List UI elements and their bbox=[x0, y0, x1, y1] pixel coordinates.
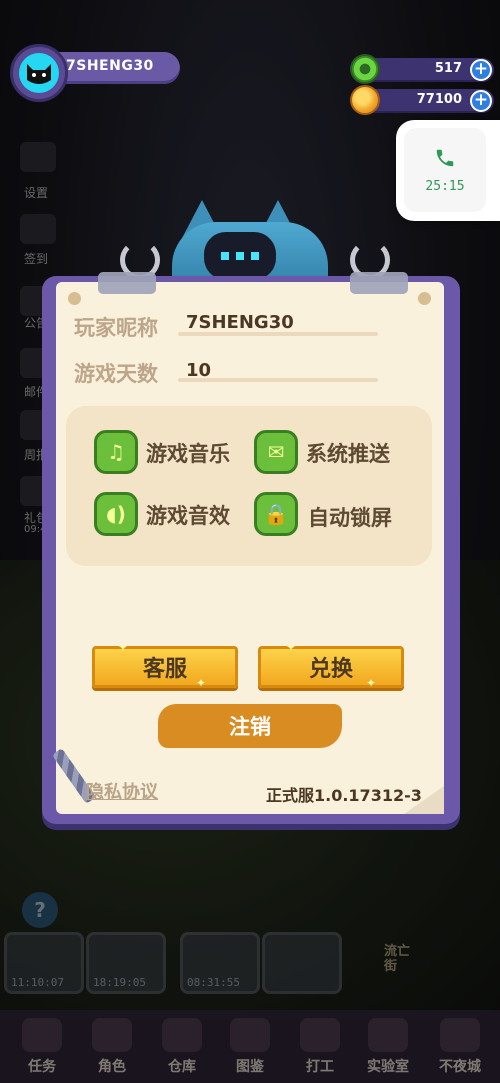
nickname-value: 7SHENG30 bbox=[186, 312, 294, 333]
lock-icon[interactable]: 🔒 bbox=[254, 492, 298, 536]
gem-amount: 517 bbox=[434, 61, 462, 76]
play-days-label: 游戏天数 bbox=[74, 362, 158, 386]
speaker-icon[interactable]: ◖) bbox=[94, 492, 138, 536]
pin-icon bbox=[418, 292, 431, 305]
redeem-button[interactable]: 兑换 bbox=[258, 646, 404, 688]
divider bbox=[178, 332, 378, 336]
privacy-link[interactable]: 隐私协议 bbox=[86, 778, 158, 804]
avatar[interactable] bbox=[10, 44, 68, 102]
robot-face-icon bbox=[204, 232, 276, 280]
divider bbox=[178, 378, 378, 382]
call-timer: 25:15 bbox=[425, 178, 465, 194]
tape-left bbox=[98, 272, 156, 294]
gem-counter: 517 + bbox=[350, 54, 494, 84]
tape-right bbox=[350, 272, 408, 294]
sound-toggle-label[interactable]: 游戏音效 bbox=[146, 500, 230, 530]
pin-icon bbox=[68, 292, 81, 305]
customer-service-button[interactable]: 客服 bbox=[92, 646, 238, 688]
autolock-toggle-label[interactable]: 自动锁屏 bbox=[308, 502, 392, 532]
sparkle-icon: ✦ bbox=[118, 640, 129, 654]
sparkle-icon: ✦ bbox=[366, 676, 377, 690]
gem-icon bbox=[350, 54, 380, 84]
coin-icon bbox=[350, 85, 380, 115]
version-label: 正式服1.0.17312-3 bbox=[266, 786, 422, 805]
coin-counter: 77100 + bbox=[350, 85, 494, 115]
cat-avatar-icon bbox=[19, 53, 59, 93]
sparkle-icon: ✦ bbox=[286, 640, 297, 654]
phone-icon bbox=[436, 149, 454, 166]
message-icon[interactable]: ✉ bbox=[254, 430, 298, 474]
sparkle-icon: ✦ bbox=[196, 676, 207, 690]
coin-amount: 77100 bbox=[416, 92, 462, 107]
add-gems-button[interactable]: + bbox=[470, 59, 492, 81]
music-toggle-label[interactable]: 游戏音乐 bbox=[146, 438, 230, 468]
logout-button[interactable]: 注销 bbox=[158, 704, 342, 748]
nickname-label: 玩家昵称 bbox=[74, 316, 158, 340]
player-name: 7SHENG30 bbox=[66, 58, 154, 74]
push-toggle-label[interactable]: 系统推送 bbox=[306, 438, 390, 468]
add-coins-button[interactable]: + bbox=[470, 90, 492, 112]
call-floating-window[interactable]: 25:15 bbox=[396, 120, 500, 221]
music-note-icon[interactable]: ♫ bbox=[94, 430, 138, 474]
